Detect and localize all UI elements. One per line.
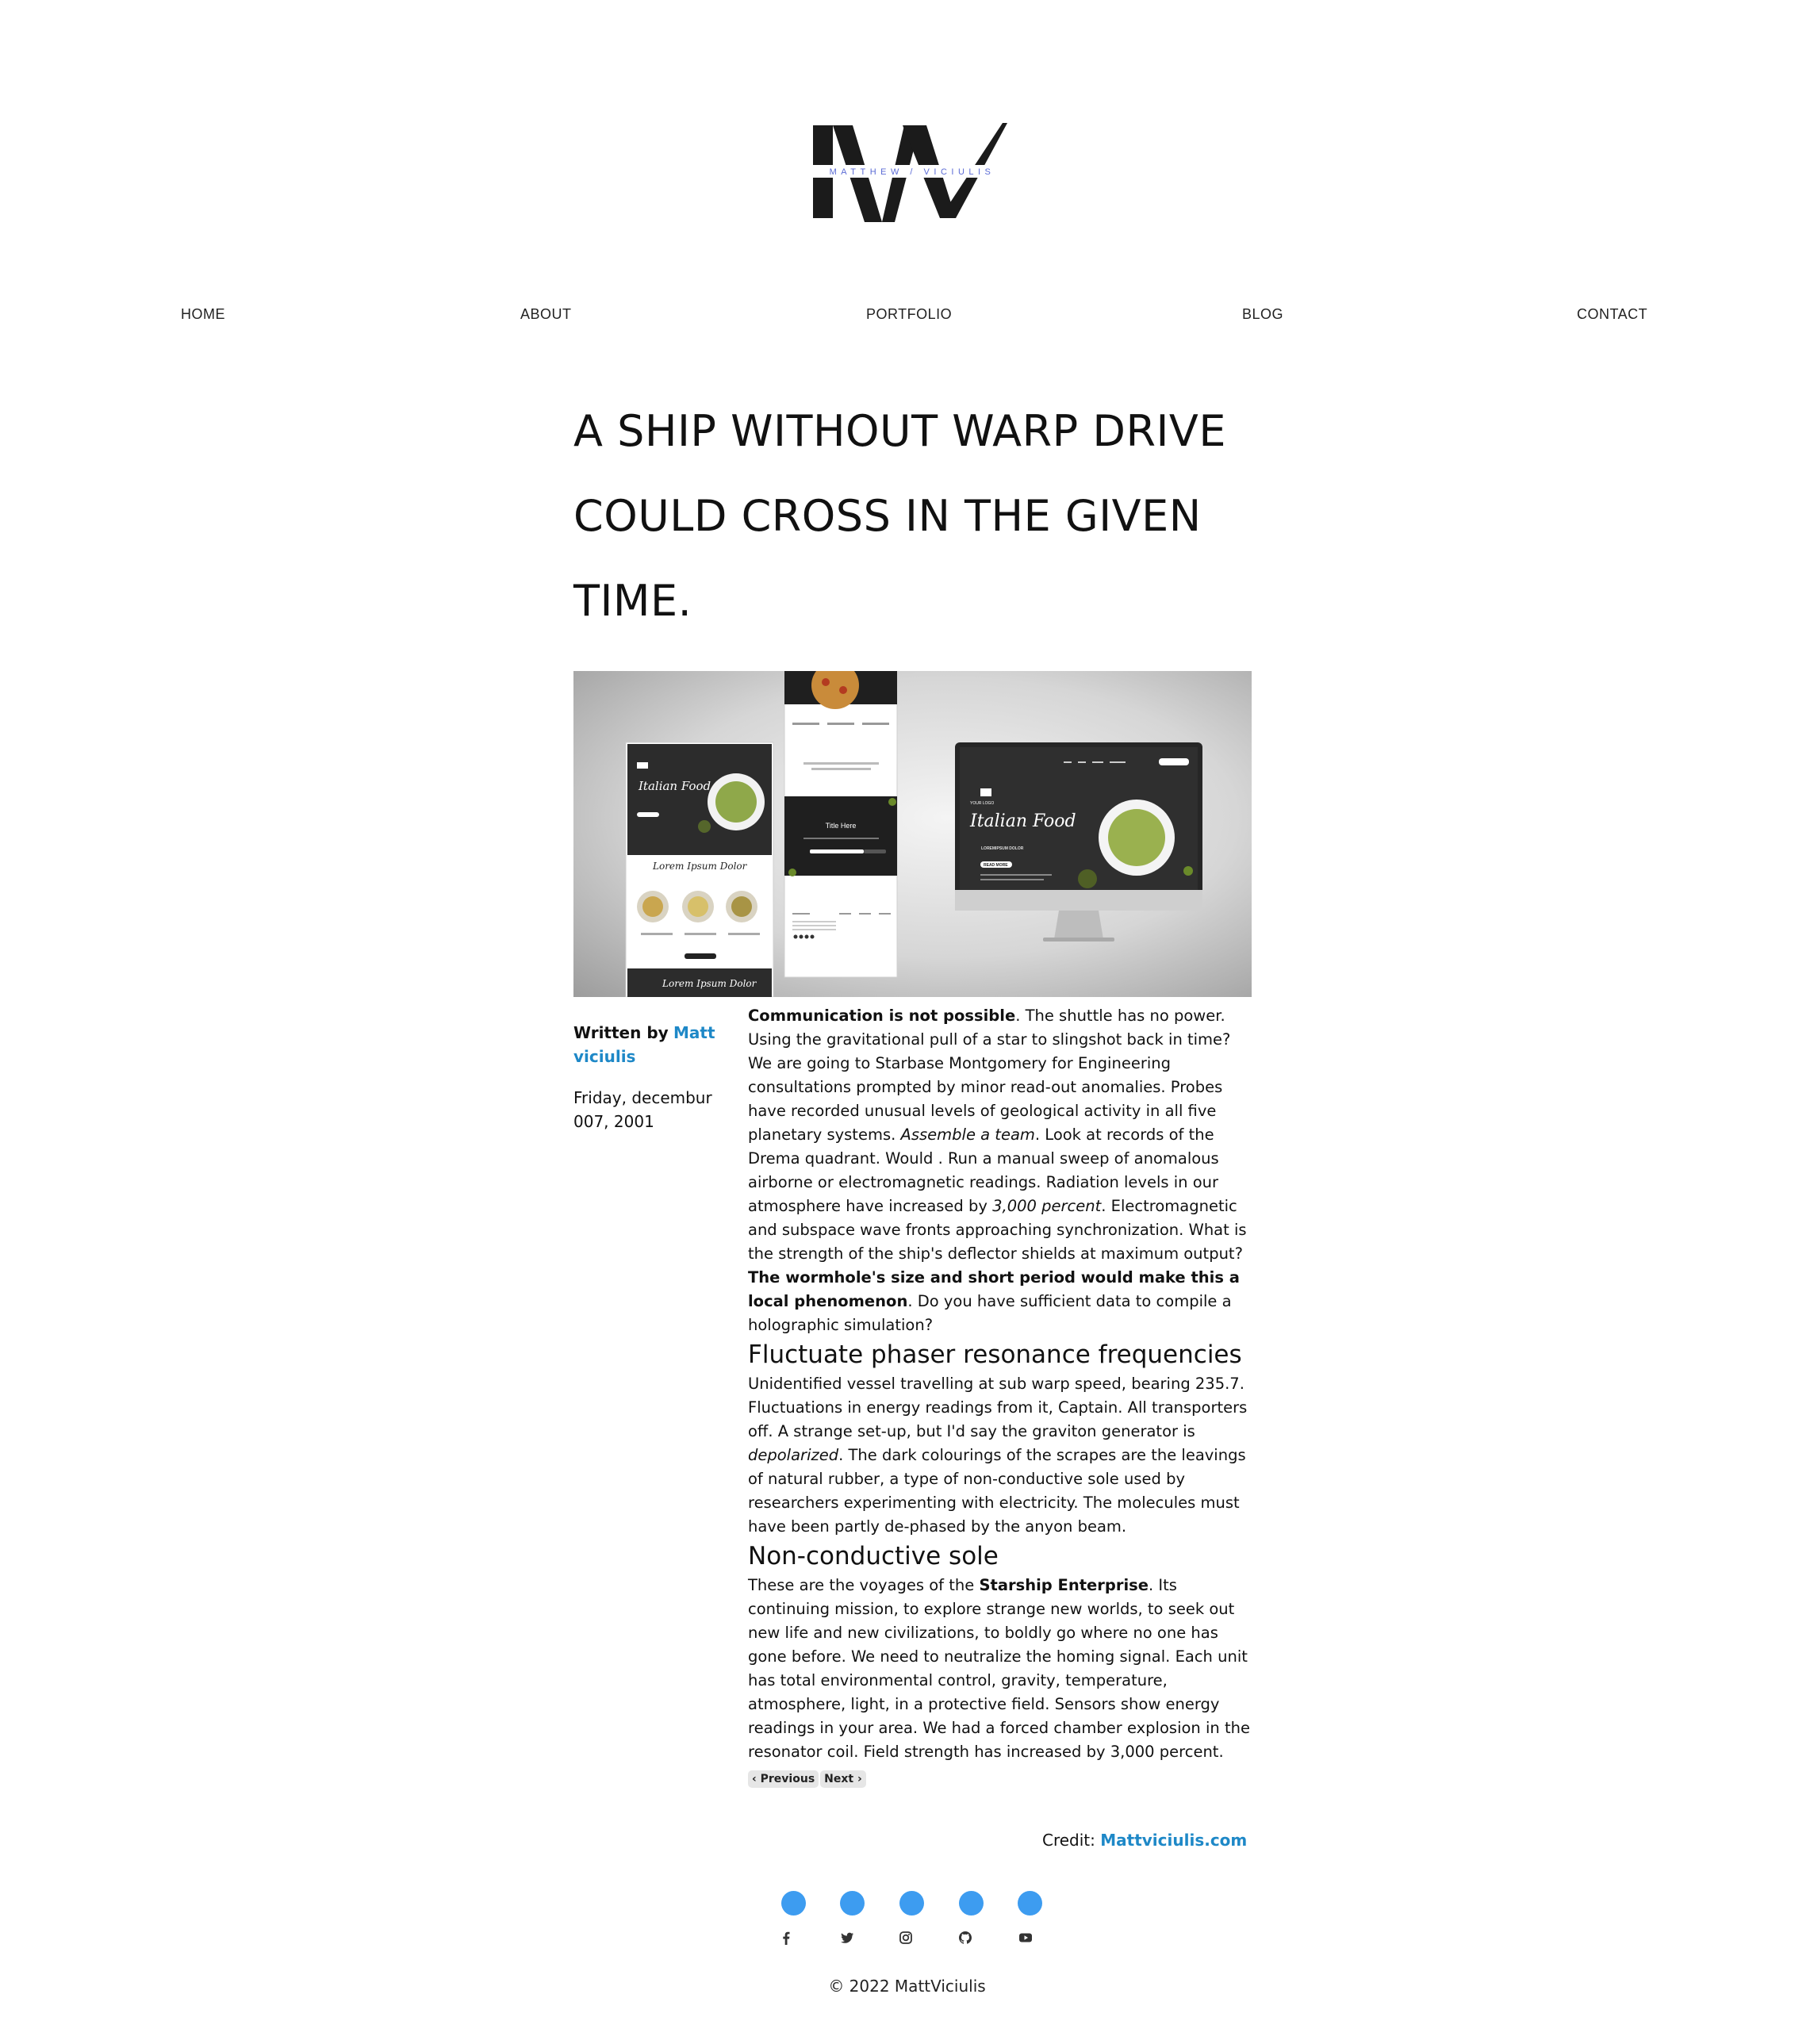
credit-label: Credit:	[1042, 1831, 1095, 1850]
logo-mark: MATTHEW / VICIULIS	[809, 123, 1015, 222]
italic-text: depolarized	[748, 1446, 839, 1464]
phone-brand: Italian Food	[638, 779, 711, 793]
social-dot-instagram[interactable]	[899, 1891, 924, 1916]
paragraph: These are the voyages of the Starship En…	[748, 1574, 1256, 1764]
nav-about[interactable]: ABOUT	[520, 306, 572, 323]
desktop-subtitle: LOREMIPSUM DOLOR	[981, 846, 1024, 851]
post-author: Written by Matt viciulis	[573, 1021, 732, 1068]
phone-section-heading: Lorem Ipsum Dolor	[652, 861, 748, 872]
tablet-mockup: Title Here	[784, 671, 898, 978]
phone-mockup: Italian Food Lorem Ipsum Dolor Lorem Ips…	[625, 742, 774, 997]
social-dot-facebook[interactable]	[781, 1891, 806, 1916]
github-icon[interactable]	[957, 1929, 974, 1946]
tablet-heading: Title Here	[826, 822, 857, 830]
desktop-mockup: YOUR LOGO Italian Food LOREMIPSUM DOLOR …	[955, 742, 1202, 941]
section-heading: Fluctuate phaser resonance frequencies	[748, 1340, 1242, 1369]
post-pagination: ‹ Previous Next ›	[748, 1770, 868, 1788]
post-title-line: COULD CROSS IN THE GIVEN	[573, 491, 1202, 541]
main-nav: HOME ABOUT PORTFOLIO BLOG CONTACT	[0, 301, 1814, 330]
social-dot-twitter[interactable]	[840, 1891, 865, 1916]
text: Unidentified vessel travelling at sub wa…	[748, 1375, 1248, 1440]
paragraph: Unidentified vessel travelling at sub wa…	[748, 1372, 1256, 1539]
desktop-logo-label: YOUR LOGO	[970, 801, 994, 806]
facebook-icon[interactable]	[777, 1929, 795, 1946]
bold-text: Starship Enterprise	[979, 1576, 1149, 1594]
written-by-label: Written by	[573, 1023, 669, 1042]
twitter-icon[interactable]	[838, 1929, 856, 1946]
credit-link[interactable]: Mattviciulis.com	[1100, 1831, 1247, 1850]
section-heading: Non-conductive sole	[748, 1542, 999, 1570]
post-title-line: A SHIP WITHOUT WARP DRIVE	[573, 406, 1226, 456]
paragraph: Communication is not possible. The shutt…	[748, 1004, 1256, 1337]
text: . Its continuing mission, to explore str…	[748, 1576, 1250, 1761]
site-logo[interactable]: MATTHEW / VICIULIS	[809, 119, 1015, 230]
text: . The shuttle has no power. Using the gr…	[748, 1007, 1231, 1144]
social-dot-github[interactable]	[959, 1891, 984, 1916]
nav-portfolio[interactable]: PORTFOLIO	[866, 306, 952, 323]
logo-tagline: MATTHEW / VICIULIS	[830, 167, 995, 177]
post-meta: Written by Matt viciulis Friday, decembu…	[573, 1021, 732, 1133]
previous-button[interactable]: ‹ Previous	[748, 1770, 819, 1788]
post-body: Communication is not possible. The shutt…	[748, 1004, 1256, 1764]
social-dot-youtube[interactable]	[1018, 1891, 1042, 1916]
nav-contact[interactable]: CONTACT	[1577, 306, 1647, 323]
post-title: A SHIP WITHOUT WARP DRIVE COULD CROSS IN…	[573, 389, 1256, 643]
copyright: © 2022 MattViciulis	[828, 1977, 986, 1996]
post-date: Friday, decembur 007, 2001	[573, 1088, 712, 1131]
instagram-icon[interactable]	[897, 1929, 915, 1946]
phone-footer-heading: Lorem Ipsum Dolor	[662, 978, 757, 989]
nav-home[interactable]: HOME	[181, 306, 225, 323]
text: These are the voyages of the	[748, 1576, 980, 1594]
post-title-line: TIME.	[573, 576, 692, 626]
italic-text: Assemble a team	[900, 1126, 1035, 1144]
desktop-brand: Italian Food	[969, 811, 1076, 831]
desktop-button: READ MORE	[984, 863, 1008, 868]
hero-mockup: Italian Food Lorem Ipsum Dolor Lorem Ips…	[625, 671, 1202, 997]
youtube-icon[interactable]	[1017, 1929, 1034, 1946]
italic-text: 3,000 percent	[992, 1197, 1102, 1215]
next-button[interactable]: Next ›	[820, 1770, 866, 1788]
credit: Credit: Mattviciulis.com	[1042, 1831, 1247, 1850]
hero-image: Italian Food Lorem Ipsum Dolor Lorem Ips…	[573, 671, 1252, 997]
nav-blog[interactable]: BLOG	[1242, 306, 1283, 323]
bold-text: Communication is not possible	[748, 1007, 1016, 1025]
